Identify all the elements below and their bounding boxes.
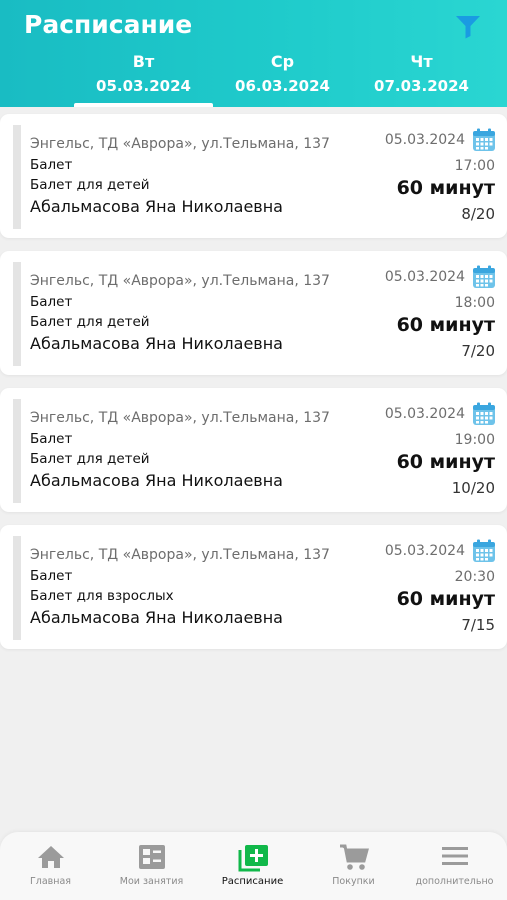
lesson-seats: 7/20 (461, 342, 495, 360)
bottom-navigation: Главная Мои занятия Расписание Покупки д… (0, 832, 507, 900)
lesson-address: Энгельс, ТД «Аврора», ул.Тельмана, 137 (30, 410, 330, 426)
date-tabs: Вт 05.03.2024 Ср 06.03.2024 Чт 07.03.202… (0, 50, 507, 107)
page-title: Расписание (24, 10, 193, 39)
nav-more[interactable]: дополнительно (404, 832, 505, 900)
calendar-icon[interactable] (472, 402, 496, 426)
lesson-teacher: Абальмасова Яна Николаевна (30, 608, 283, 627)
lesson-date: 05.03.2024 (384, 406, 465, 422)
lesson-teacher: Абальмасова Яна Николаевна (30, 334, 283, 353)
calendar-icon[interactable] (472, 128, 496, 152)
lesson-class-name: Балет для детей (30, 314, 150, 330)
lesson-seats: 10/20 (451, 479, 495, 497)
nav-label: Главная (29, 876, 72, 887)
lesson-duration: 60 минут (396, 588, 495, 610)
tab-date-1[interactable]: Вт 05.03.2024 (74, 50, 213, 107)
lesson-duration: 60 минут (396, 314, 495, 336)
menu-icon (441, 847, 468, 865)
lesson-class-name: Балет для детей (30, 177, 150, 193)
lesson-address: Энгельс, ТД «Аврора», ул.Тельмана, 137 (30, 547, 330, 563)
tab-day: Ср (270, 52, 295, 71)
lesson-category: Балет (30, 157, 73, 173)
lesson-category: Балет (30, 431, 73, 447)
lesson-teacher: Абальмасова Яна Николаевна (30, 471, 283, 490)
lesson-time: 17:00 (454, 158, 495, 174)
cart-icon (339, 844, 369, 870)
tab-date-3[interactable]: Чт 07.03.2024 (352, 50, 491, 107)
nav-home[interactable]: Главная (0, 832, 101, 900)
lesson-card[interactable]: Энгельс, ТД «Аврора», ул.Тельмана, 137 Б… (0, 114, 507, 238)
tab-day: Вт (132, 52, 155, 71)
nav-label: Мои занятия (119, 876, 184, 887)
home-icon (37, 846, 64, 868)
nav-my-classes[interactable]: Мои занятия (101, 832, 202, 900)
nav-label: Расписание (221, 876, 284, 887)
tab-date: 07.03.2024 (374, 77, 469, 95)
lesson-duration: 60 минут (396, 451, 495, 473)
filter-icon[interactable] (455, 15, 481, 39)
my-classes-icon (138, 845, 165, 869)
lesson-class-name: Балет для взрослых (30, 588, 174, 604)
lesson-date: 05.03.2024 (384, 543, 465, 559)
lesson-category: Балет (30, 294, 73, 310)
schedule-add-icon (238, 845, 268, 872)
lesson-card[interactable]: Энгельс, ТД «Аврора», ул.Тельмана, 137 Б… (0, 525, 507, 649)
nav-label: дополнительно (415, 876, 494, 887)
calendar-icon[interactable] (472, 539, 496, 563)
lesson-address: Энгельс, ТД «Аврора», ул.Тельмана, 137 (30, 136, 330, 152)
card-accent-bar (13, 262, 21, 366)
tab-date: 05.03.2024 (96, 77, 191, 95)
tab-date: 06.03.2024 (235, 77, 330, 95)
lesson-date: 05.03.2024 (384, 132, 465, 148)
lesson-time: 19:00 (454, 432, 495, 448)
lesson-teacher: Абальмасова Яна Николаевна (30, 197, 283, 216)
nav-label: Покупки (332, 876, 375, 887)
lesson-class-name: Балет для детей (30, 451, 150, 467)
lesson-card[interactable]: Энгельс, ТД «Аврора», ул.Тельмана, 137 Б… (0, 388, 507, 512)
nav-schedule[interactable]: Расписание (202, 832, 303, 900)
card-accent-bar (13, 125, 21, 229)
app-header: Расписание Вт 05.03.2024 Ср 06.03.2024 Ч… (0, 0, 507, 107)
lesson-duration: 60 минут (396, 177, 495, 199)
tab-date-2[interactable]: Ср 06.03.2024 (213, 50, 352, 107)
lesson-date: 05.03.2024 (384, 269, 465, 285)
lesson-card[interactable]: Энгельс, ТД «Аврора», ул.Тельмана, 137 Б… (0, 251, 507, 375)
nav-purchases[interactable]: Покупки (303, 832, 404, 900)
lesson-seats: 8/20 (461, 205, 495, 223)
lesson-time: 18:00 (454, 295, 495, 311)
card-accent-bar (13, 536, 21, 640)
lesson-category: Балет (30, 568, 73, 584)
lesson-seats: 7/15 (461, 616, 495, 634)
card-accent-bar (13, 399, 21, 503)
lesson-address: Энгельс, ТД «Аврора», ул.Тельмана, 137 (30, 273, 330, 289)
calendar-icon[interactable] (472, 265, 496, 289)
tab-day: Чт (410, 52, 433, 71)
lesson-time: 20:30 (454, 569, 495, 585)
